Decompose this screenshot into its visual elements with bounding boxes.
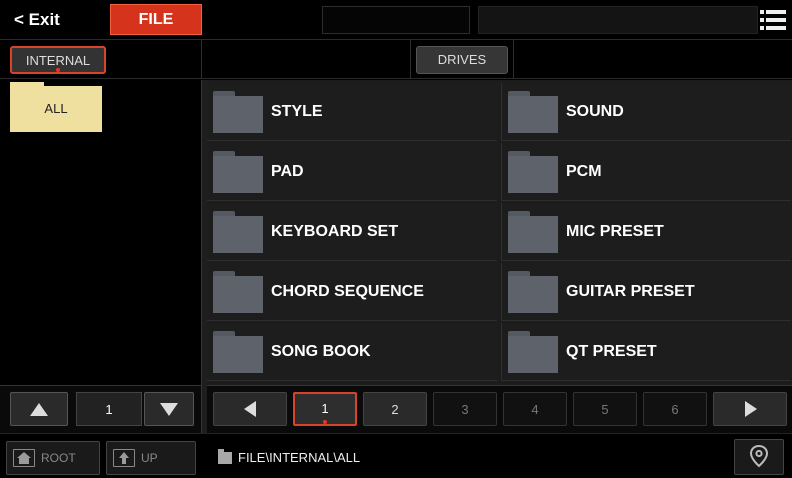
folder-icon bbox=[508, 91, 558, 133]
folder-icon bbox=[213, 211, 263, 253]
row-divider bbox=[513, 40, 514, 79]
up-label: UP bbox=[141, 451, 158, 465]
folder-icon bbox=[508, 151, 558, 193]
up-button[interactable]: UP bbox=[106, 441, 196, 475]
folder-keyboard-set[interactable]: KEYBOARD SET bbox=[207, 203, 497, 261]
tab-drives-label: DRIVES bbox=[437, 52, 487, 67]
folder-icon bbox=[218, 449, 232, 464]
song-display bbox=[322, 6, 470, 34]
folder-label: SONG BOOK bbox=[271, 343, 371, 360]
page-6-button[interactable]: 6 bbox=[643, 392, 707, 426]
folder-label: SOUND bbox=[566, 103, 624, 120]
folder-label: GUITAR PRESET bbox=[566, 283, 695, 300]
folder-label: PCM bbox=[566, 163, 602, 180]
left-arrow-icon bbox=[244, 401, 256, 417]
folder-style[interactable]: STYLE bbox=[207, 83, 497, 141]
info-display bbox=[478, 6, 758, 34]
page-number: 1 bbox=[321, 401, 329, 416]
left-page-indicator: 1 bbox=[76, 392, 142, 426]
file-tab[interactable]: FILE bbox=[110, 4, 202, 35]
page-number: 6 bbox=[671, 402, 679, 417]
folder-all[interactable]: ALL bbox=[10, 82, 102, 132]
home-icon bbox=[13, 449, 35, 467]
folder-icon bbox=[508, 331, 558, 373]
page-3-button[interactable]: 3 bbox=[433, 392, 497, 426]
page-2-button[interactable]: 2 bbox=[363, 392, 427, 426]
down-arrow-icon bbox=[160, 403, 178, 416]
right-arrow-icon bbox=[745, 401, 757, 417]
tab-internal[interactable]: INTERNAL bbox=[10, 46, 106, 74]
folder-pcm[interactable]: PCM bbox=[501, 143, 791, 201]
folder-up-icon bbox=[113, 449, 135, 467]
page-number: 3 bbox=[461, 402, 469, 417]
folder-mic-preset[interactable]: MIC PRESET bbox=[501, 203, 791, 261]
folder-label: MIC PRESET bbox=[566, 223, 664, 240]
selected-indicator bbox=[323, 420, 327, 424]
left-scroll-nav: 1 bbox=[0, 385, 201, 433]
folder-label: PAD bbox=[271, 163, 304, 180]
path-display: FILE\INTERNAL\ALL bbox=[238, 450, 361, 465]
folder-label: STYLE bbox=[271, 103, 323, 120]
scroll-up-button[interactable] bbox=[10, 392, 68, 426]
folder-icon bbox=[213, 331, 263, 373]
page-number: 5 bbox=[601, 402, 609, 417]
folder-song-book[interactable]: SONG BOOK bbox=[207, 323, 497, 381]
folder-grid: STYLE SOUND PAD PCM KEYBOARD SET MIC PRE… bbox=[207, 80, 792, 385]
scroll-down-button[interactable] bbox=[144, 392, 194, 426]
selected-indicator bbox=[56, 68, 60, 72]
up-arrow-icon bbox=[30, 403, 48, 416]
next-page-button[interactable] bbox=[713, 392, 787, 426]
root-label: ROOT bbox=[41, 451, 76, 465]
folder-pad[interactable]: PAD bbox=[207, 143, 497, 201]
folder-qt-preset[interactable]: QT PRESET bbox=[501, 323, 791, 381]
row-divider bbox=[410, 40, 411, 79]
tab-internal-label: INTERNAL bbox=[25, 53, 91, 68]
folder-label: QT PRESET bbox=[566, 343, 657, 360]
hamburger-menu-icon[interactable] bbox=[760, 8, 786, 32]
page-5-button[interactable]: 5 bbox=[573, 392, 637, 426]
page-number: 4 bbox=[531, 402, 539, 417]
row-divider bbox=[201, 40, 202, 79]
location-pin-icon bbox=[749, 444, 769, 468]
folder-chord-sequence[interactable]: CHORD SEQUENCE bbox=[207, 263, 497, 321]
folder-icon bbox=[508, 271, 558, 313]
grid-pager: 1 2 3 4 5 6 bbox=[207, 385, 792, 433]
root-button[interactable]: ROOT bbox=[6, 441, 100, 475]
folder-sound[interactable]: SOUND bbox=[501, 83, 791, 141]
exit-button[interactable]: < Exit bbox=[6, 4, 106, 36]
page-4-button[interactable]: 4 bbox=[503, 392, 567, 426]
folder-all-label: ALL bbox=[44, 101, 68, 116]
prev-page-button[interactable] bbox=[213, 392, 287, 426]
folder-guitar-preset[interactable]: GUITAR PRESET bbox=[501, 263, 791, 321]
tab-drives[interactable]: DRIVES bbox=[416, 46, 508, 74]
page-1-button[interactable]: 1 bbox=[293, 392, 357, 426]
device-tab-row bbox=[0, 40, 792, 79]
folder-icon bbox=[508, 211, 558, 253]
folder-icon bbox=[213, 151, 263, 193]
location-button[interactable] bbox=[734, 439, 784, 475]
page-number: 2 bbox=[391, 402, 399, 417]
folder-label: CHORD SEQUENCE bbox=[271, 283, 424, 300]
folder-icon bbox=[213, 271, 263, 313]
folder-icon bbox=[213, 91, 263, 133]
folder-label: KEYBOARD SET bbox=[271, 223, 399, 240]
